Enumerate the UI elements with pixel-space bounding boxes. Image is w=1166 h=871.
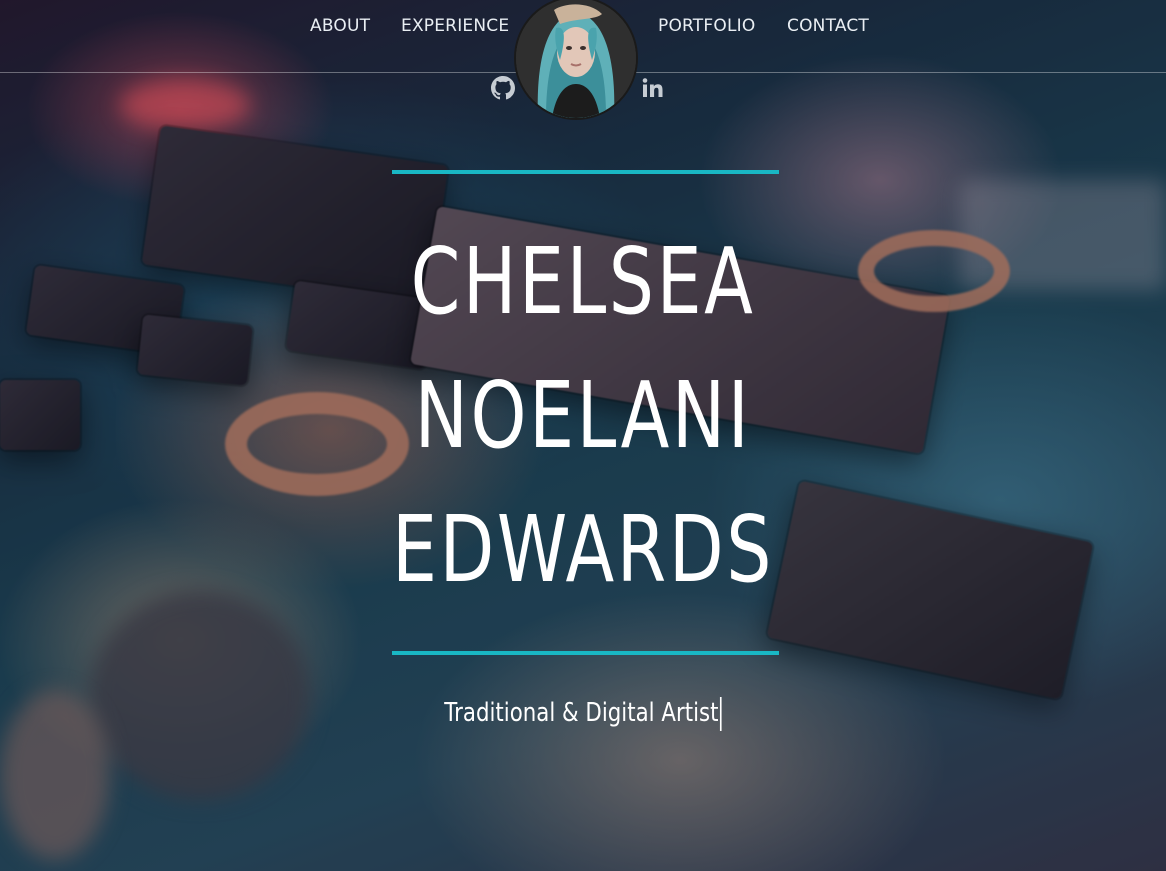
nav-experience-link[interactable]: EXPERIENCE	[401, 14, 509, 38]
avatar	[514, 0, 638, 120]
hero-name-last: EDWARDS	[391, 496, 775, 603]
accent-rule-bottom	[392, 651, 779, 655]
linkedin-icon[interactable]	[641, 76, 665, 100]
github-icon[interactable]	[491, 76, 515, 100]
typing-cursor	[720, 696, 722, 731]
nav-portfolio-link[interactable]: PORTFOLIO	[658, 14, 755, 38]
tagline-text: Traditional & Digital Artist	[444, 698, 719, 728]
accent-rule-top	[392, 170, 779, 174]
nav-contact-link[interactable]: CONTACT	[787, 14, 869, 38]
hero-name-middle: NOELANI	[414, 362, 752, 469]
hero-name-first: CHELSEA	[410, 228, 756, 335]
nav-about-link[interactable]: ABOUT	[310, 14, 370, 38]
hero-tagline: Traditional & Digital Artist	[105, 693, 1061, 733]
